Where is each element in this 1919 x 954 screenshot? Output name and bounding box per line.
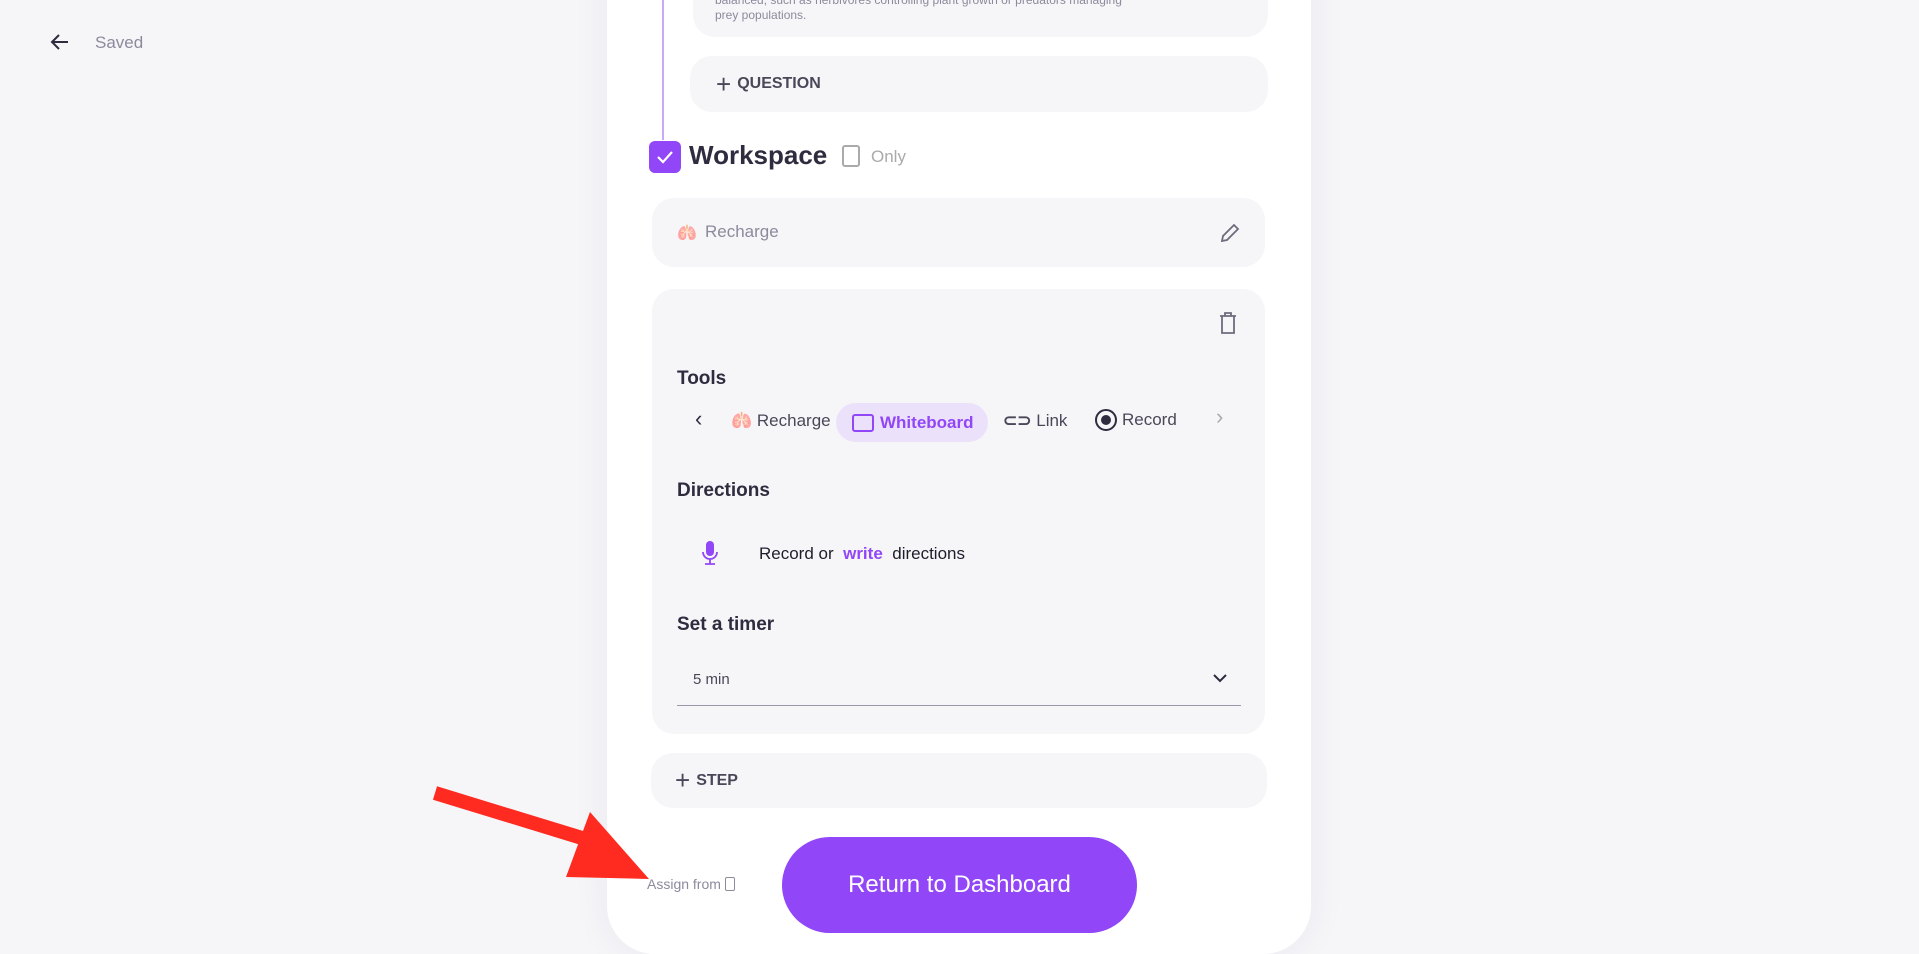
annotation-arrow-icon (432, 786, 649, 879)
